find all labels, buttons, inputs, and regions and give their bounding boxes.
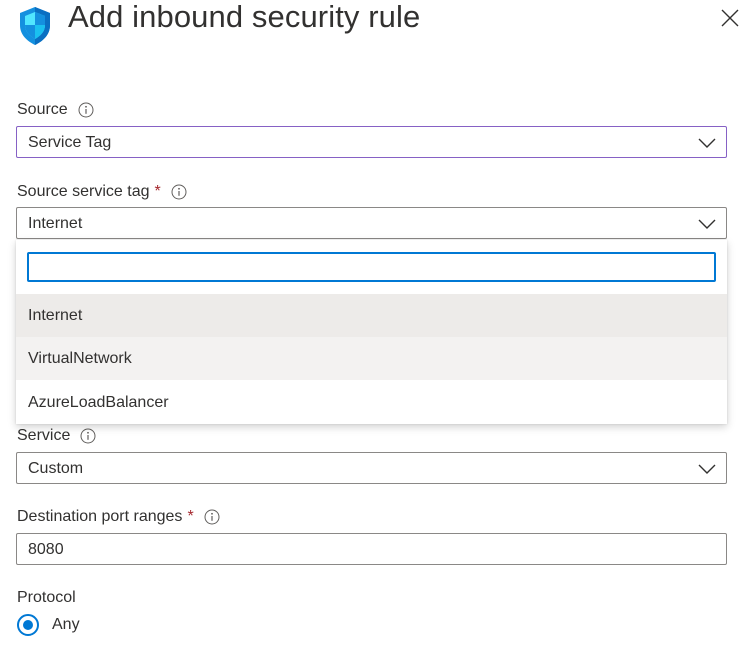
source-service-tag-label: Source service tag * [17, 182, 187, 202]
destination-port-ranges-value: 8080 [28, 541, 64, 558]
radio-label: Any [52, 616, 80, 633]
info-icon[interactable] [78, 102, 94, 118]
source-service-tag-dropdown[interactable]: Internet [16, 207, 727, 239]
page-title: Add inbound security rule [68, 0, 421, 34]
required-marker: * [187, 508, 194, 525]
chevron-down-icon [698, 464, 716, 474]
options-filter-input[interactable] [27, 252, 716, 282]
chevron-down-icon [698, 219, 716, 229]
source-service-tag-value: Internet [28, 215, 83, 232]
source-dropdown-value: Service Tag [28, 134, 112, 151]
close-icon[interactable] [718, 6, 742, 30]
required-marker: * [154, 183, 161, 200]
option-azureloadbalancer[interactable]: AzureLoadBalancer [16, 381, 727, 424]
destination-port-ranges-label: Destination port ranges * [17, 507, 220, 527]
info-icon[interactable] [80, 428, 96, 444]
radio-selected-dot [23, 620, 33, 630]
service-label: Service [17, 426, 96, 446]
info-icon[interactable] [171, 184, 187, 200]
service-dropdown-value: Custom [28, 460, 84, 477]
add-inbound-security-rule-panel: Add inbound security rule Source Service… [0, 0, 746, 645]
protocol-label: Protocol [17, 589, 76, 606]
service-dropdown[interactable]: Custom [16, 452, 727, 484]
source-dropdown[interactable]: Service Tag [16, 126, 727, 158]
chevron-down-icon [698, 138, 716, 148]
info-icon[interactable] [204, 509, 220, 525]
source-service-tag-options-popup: Internet VirtualNetwork AzureLoadBalance… [16, 240, 727, 424]
option-internet[interactable]: Internet [16, 294, 727, 337]
source-label: Source [17, 100, 94, 120]
radio-button[interactable] [17, 614, 39, 636]
protocol-radio-any[interactable]: Any [17, 614, 80, 636]
destination-port-ranges-input[interactable]: 8080 [16, 533, 727, 565]
shield-icon [20, 7, 50, 45]
option-virtualnetwork[interactable]: VirtualNetwork [16, 337, 727, 380]
